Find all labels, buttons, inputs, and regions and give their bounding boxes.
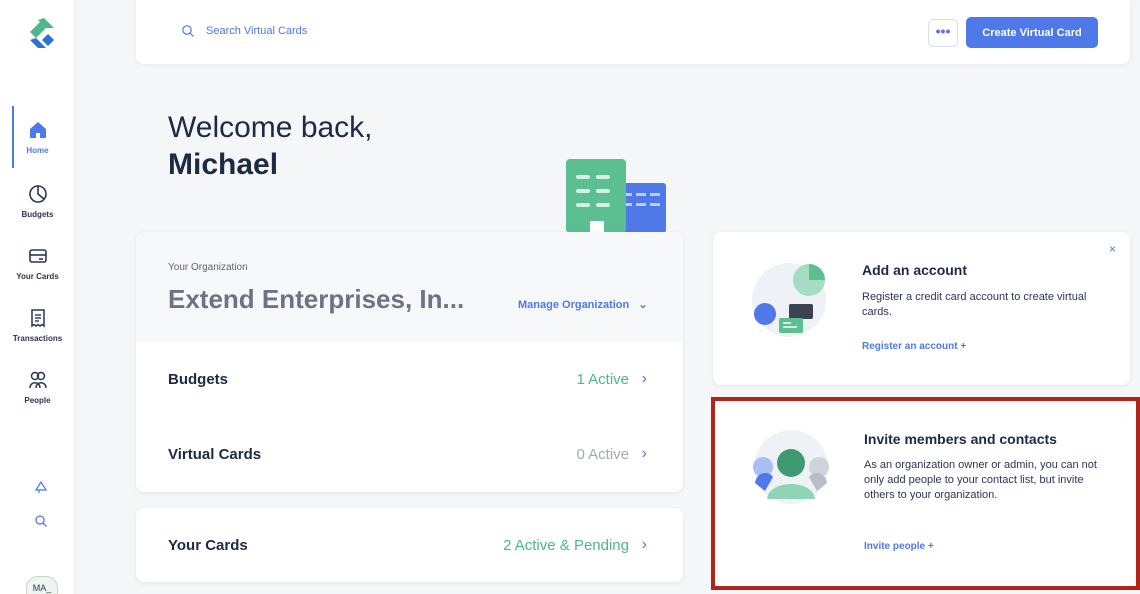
organization-name: Extend Enterprises, In... [168, 284, 465, 314]
add-account-card: × Add an account Register a credit card … [713, 232, 1130, 385]
sidebar-item-label: People [24, 395, 51, 405]
manage-organization-label: Manage Organization [518, 299, 630, 311]
search-icon[interactable] [34, 514, 48, 528]
credit-cards-illustration [752, 263, 826, 337]
chevron-right-icon: › [641, 536, 647, 553]
search-input[interactable] [206, 21, 506, 41]
logo-icon[interactable] [28, 18, 56, 50]
welcome-greeting: Welcome back, [168, 111, 373, 144]
sidebar-item-people[interactable]: People [0, 356, 75, 418]
your-cards-row[interactable]: Your Cards 2 Active & Pending › [136, 508, 683, 582]
register-account-link[interactable]: Register an account + [862, 341, 966, 352]
chevron-down-icon: ⌄ [638, 299, 648, 311]
chevron-right-icon: › [641, 370, 647, 387]
organization-card: Your Organization Extend Enterprises, In… [136, 232, 683, 492]
sidebar-item-label: Budgets [21, 209, 54, 219]
pie-chart-icon [28, 184, 47, 203]
close-icon[interactable]: × [1109, 242, 1116, 256]
home-icon [29, 121, 46, 138]
virtual-cards-row[interactable]: Virtual Cards 0 Active › [136, 425, 683, 485]
sidebar-item-your-cards[interactable]: Your Cards [0, 232, 75, 294]
manage-organization-dropdown[interactable]: Manage Organization ⌄ [518, 298, 648, 311]
welcome-name: Michael [168, 148, 279, 181]
sidebar: Home Budgets Your Cards Transactions Peo… [0, 0, 75, 594]
create-virtual-card-button[interactable]: Create Virtual Card [966, 17, 1098, 48]
row-status: 0 Active [576, 446, 629, 463]
receipt-icon [30, 308, 45, 327]
add-account-title: Add an account [862, 262, 968, 278]
row-status: 1 Active [576, 371, 629, 388]
sidebar-item-label: Your Cards [16, 271, 59, 281]
row-title: Virtual Cards [168, 446, 262, 463]
row-title: Your Cards [168, 537, 248, 554]
avatar[interactable]: MA_ [26, 576, 58, 594]
sidebar-item-label: Transactions [12, 333, 63, 343]
search-icon [182, 25, 194, 37]
highlight-box [711, 397, 1140, 590]
sidebar-item-label: Home [26, 145, 49, 155]
row-title: Budgets [168, 371, 228, 388]
budgets-row[interactable]: Budgets 1 Active › [136, 350, 683, 410]
sidebar-item-budgets[interactable]: Budgets [0, 170, 75, 232]
building-illustration [566, 159, 666, 233]
chevron-right-icon: › [641, 445, 647, 462]
organization-label: Your Organization [168, 262, 248, 273]
row-status: 2 Active & Pending [503, 537, 629, 554]
sidebar-item-transactions[interactable]: Transactions [0, 294, 75, 356]
organization-header: Your Organization Extend Enterprises, In… [136, 232, 683, 342]
more-options-button[interactable]: ••• [928, 19, 958, 47]
topbar: ••• Create Virtual Card [136, 0, 1130, 64]
people-icon [28, 371, 47, 388]
add-account-description: Register a credit card account to create… [862, 291, 1087, 318]
megaphone-icon[interactable] [34, 480, 48, 494]
card-icon [28, 248, 47, 263]
sidebar-item-home[interactable]: Home [0, 106, 75, 168]
